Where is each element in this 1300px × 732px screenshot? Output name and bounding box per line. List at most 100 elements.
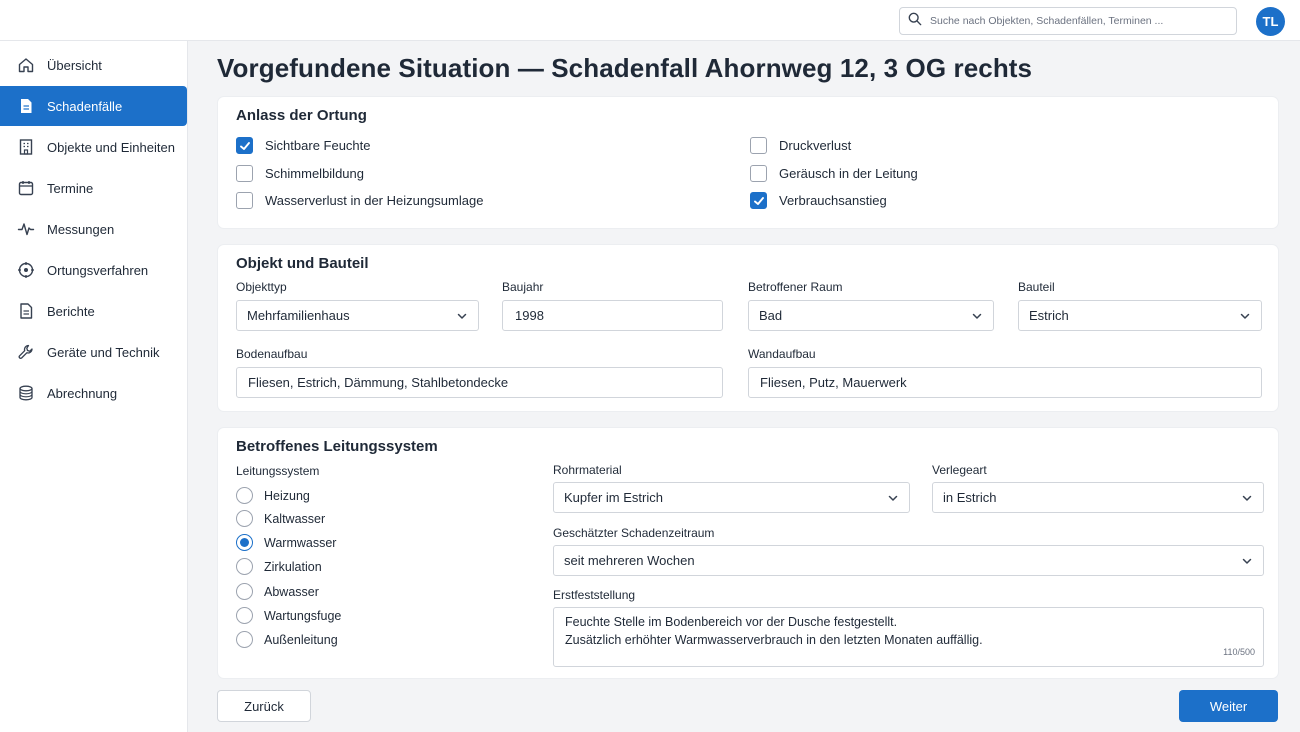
rohrmaterial-select[interactable]: Kupfer im Estrich: [553, 482, 910, 513]
checkbox-box[interactable]: [750, 137, 767, 154]
sidebar-item-abrechnung[interactable]: Abrechnung: [0, 373, 187, 413]
sidebar-item-label: Übersicht: [47, 57, 102, 73]
verlegeart-select[interactable]: in Estrich: [932, 482, 1264, 513]
radio-warmwasser[interactable]: Warmwasser: [236, 534, 336, 551]
schadenzeitraum-label: Geschätzter Schadenzeitraum: [553, 526, 715, 540]
erstfeststellung-line-2: Zusätzlich erhöhter Warmwasserverbrauch …: [565, 633, 983, 647]
sidebar-item-schadenfaelle[interactable]: Schadenfälle: [0, 86, 187, 126]
report-icon: [17, 302, 35, 320]
checkbox-schimmelbildung[interactable]: Schimmelbildung: [236, 165, 364, 182]
home-icon: [17, 56, 35, 74]
document-icon: [17, 97, 35, 115]
checkbox-label: Druckverlust: [779, 138, 852, 153]
checkbox-box[interactable]: [236, 192, 253, 209]
radio-aussenleitung[interactable]: Außenleitung: [236, 631, 338, 648]
radio-wartungsfuge[interactable]: Wartungsfuge: [236, 607, 341, 624]
checkbox-label: Sichtbare Feuchte: [265, 138, 371, 153]
sidebar-item-label: Objekte und Einheiten: [47, 139, 175, 155]
sidebar-item-uebersicht[interactable]: Übersicht: [0, 45, 187, 85]
bodenaufbau-value: Fliesen, Estrich, Dämmung, Stahlbetondec…: [248, 375, 509, 390]
objekttyp-value: Mehrfamilienhaus: [247, 308, 350, 323]
sidebar-item-objekte[interactable]: Objekte und Einheiten: [0, 127, 187, 167]
radio-label: Heizung: [264, 488, 310, 503]
objekt-card-title: Objekt und Bauteil: [236, 255, 369, 272]
radio-zirkulation[interactable]: Zirkulation: [236, 558, 322, 575]
radio-button[interactable]: [236, 558, 253, 575]
bodenaufbau-label: Bodenaufbau: [236, 347, 308, 361]
check-icon: [753, 196, 764, 205]
checkbox-geraeusch[interactable]: Geräusch in der Leitung: [750, 165, 918, 182]
sidebar-item-label: Termine: [47, 180, 94, 196]
baujahr-label: Baujahr: [502, 280, 544, 294]
wandaufbau-input[interactable]: Fliesen, Putz, Mauerwerk: [748, 367, 1262, 398]
leitung-card: Betroffenes Leitungssystem Leitungssyste…: [218, 428, 1278, 678]
radio-label: Außenleitung: [264, 632, 338, 647]
erstfeststellung-label: Erstfeststellung: [553, 588, 636, 602]
sidebar: Übersicht Schadenfälle Objekte und Einhe…: [0, 41, 188, 732]
next-button[interactable]: Weiter: [1179, 690, 1278, 722]
anlass-card-title: Anlass der Ortung: [236, 107, 367, 124]
radio-button[interactable]: [236, 583, 253, 600]
objekt-card: Objekt und Bauteil Objekttyp Mehrfamilie…: [218, 245, 1278, 411]
sidebar-item-messungen[interactable]: Messungen: [0, 209, 187, 249]
checkbox-box[interactable]: [236, 165, 253, 182]
objekttyp-label: Objekttyp: [236, 280, 287, 294]
sidebar-item-geraete[interactable]: Geräte und Technik: [0, 332, 187, 372]
raum-select[interactable]: Bad: [748, 300, 994, 331]
checkbox-wasserverlust[interactable]: Wasserverlust in der Heizungsumlage: [236, 192, 483, 209]
sidebar-item-ortungsverfahren[interactable]: Ortungsverfahren: [0, 250, 187, 290]
radio-kaltwasser[interactable]: Kaltwasser: [236, 510, 325, 527]
search-input[interactable]: [930, 15, 1230, 27]
sidebar-item-label: Geräte und Technik: [47, 344, 160, 360]
rohrmaterial-label: Rohrmaterial: [553, 463, 622, 477]
sidebar-item-label: Messungen: [47, 221, 115, 237]
chevron-down-icon: [887, 492, 899, 504]
search-icon: [908, 12, 922, 31]
radio-button[interactable]: [236, 510, 253, 527]
check-icon: [239, 141, 250, 150]
schadenzeitraum-select[interactable]: seit mehreren Wochen: [553, 545, 1264, 576]
radio-label: Zirkulation: [264, 559, 322, 574]
wandaufbau-value: Fliesen, Putz, Mauerwerk: [760, 375, 907, 390]
radio-button[interactable]: [236, 607, 253, 624]
radio-button[interactable]: [236, 487, 253, 504]
search-box[interactable]: [899, 7, 1237, 35]
checkbox-sichtbare-feuchte[interactable]: Sichtbare Feuchte: [236, 137, 371, 154]
wandaufbau-label: Wandaufbau: [748, 347, 816, 361]
schadenzeitraum-value: seit mehreren Wochen: [564, 553, 695, 568]
objekttyp-select[interactable]: Mehrfamilienhaus: [236, 300, 479, 331]
radio-abwasser[interactable]: Abwasser: [236, 583, 319, 600]
sidebar-item-berichte[interactable]: Berichte: [0, 291, 187, 331]
chevron-down-icon: [1239, 310, 1251, 322]
checkbox-druckverlust[interactable]: Druckverlust: [750, 137, 851, 154]
radio-button[interactable]: [236, 631, 253, 648]
radio-label: Warmwasser: [264, 535, 337, 550]
checkbox-box[interactable]: [750, 165, 767, 182]
bodenaufbau-input[interactable]: Fliesen, Estrich, Dämmung, Stahlbetondec…: [236, 367, 723, 398]
back-button[interactable]: Zurück: [217, 690, 311, 722]
checkbox-label: Geräusch in der Leitung: [779, 166, 918, 181]
user-avatar[interactable]: TL: [1256, 7, 1285, 36]
bauteil-select[interactable]: Estrich: [1018, 300, 1262, 331]
sidebar-item-label: Abrechnung: [47, 385, 118, 401]
checkbox-verbrauchsanstieg[interactable]: Verbrauchsanstieg: [750, 192, 887, 209]
character-counter: 110/500: [1223, 647, 1255, 657]
sidebar-item-label: Schadenfälle: [47, 98, 123, 114]
bauteil-label: Bauteil: [1018, 280, 1055, 294]
checkbox-box[interactable]: [750, 192, 767, 209]
radio-heizung[interactable]: Heizung: [236, 487, 310, 504]
sidebar-item-label: Berichte: [47, 303, 95, 319]
checkbox-box[interactable]: [236, 137, 253, 154]
erstfeststellung-textarea[interactable]: Feuchte Stelle im Bodenbereich vor der D…: [553, 607, 1264, 667]
sidebar-item-termine[interactable]: Termine: [0, 168, 187, 208]
radio-label: Abwasser: [264, 584, 319, 599]
radio-button[interactable]: [236, 534, 253, 551]
chevron-down-icon: [971, 310, 983, 322]
chevron-down-icon: [1241, 555, 1253, 567]
checkbox-label: Wasserverlust in der Heizungsumlage: [265, 193, 484, 208]
baujahr-input[interactable]: 1998: [502, 300, 723, 331]
checkbox-label: Verbrauchsanstieg: [779, 193, 887, 208]
verlegeart-label: Verlegeart: [932, 463, 987, 477]
pulse-icon: [17, 220, 35, 238]
page-title: Vorgefundene Situation — Schadenfall Aho…: [217, 53, 1033, 83]
